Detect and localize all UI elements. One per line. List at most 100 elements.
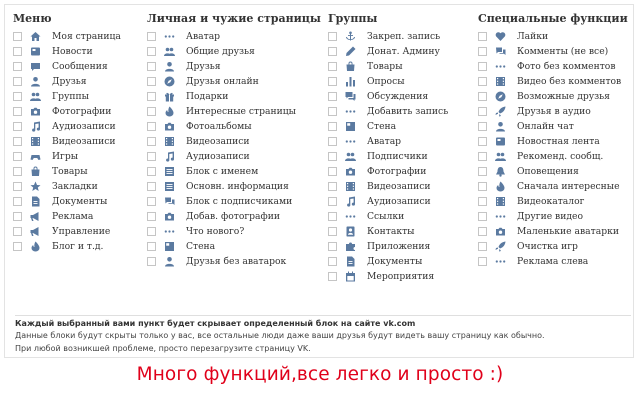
option-item[interactable]: Аудиозаписи <box>328 194 448 209</box>
option-checkbox[interactable] <box>13 77 22 86</box>
option-item[interactable]: Общие друзья <box>147 44 321 59</box>
option-checkbox[interactable] <box>13 62 22 71</box>
option-item[interactable]: Опросы <box>328 74 448 89</box>
option-checkbox[interactable] <box>147 167 156 176</box>
option-item[interactable]: Аудиозаписи <box>147 149 321 164</box>
option-checkbox[interactable] <box>328 122 337 131</box>
option-checkbox[interactable] <box>328 272 337 281</box>
option-checkbox[interactable] <box>147 212 156 221</box>
option-item[interactable]: Друзья без аватарок <box>147 254 321 269</box>
option-item[interactable]: Моя страница <box>13 29 121 44</box>
option-item[interactable]: Комменты (не все) <box>478 44 628 59</box>
option-item[interactable]: Друзья <box>147 59 321 74</box>
option-checkbox[interactable] <box>478 167 487 176</box>
option-checkbox[interactable] <box>147 77 156 86</box>
option-item[interactable]: Лайки <box>478 29 628 44</box>
option-checkbox[interactable] <box>328 212 337 221</box>
option-checkbox[interactable] <box>147 62 156 71</box>
option-checkbox[interactable] <box>328 167 337 176</box>
option-item[interactable]: Блог и т.д. <box>13 239 121 254</box>
option-item[interactable]: Что нового? <box>147 224 321 239</box>
option-item[interactable]: Стена <box>147 239 321 254</box>
option-item[interactable]: Добавить запись <box>328 104 448 119</box>
option-checkbox[interactable] <box>13 182 22 191</box>
option-checkbox[interactable] <box>147 197 156 206</box>
option-checkbox[interactable] <box>147 257 156 266</box>
option-item[interactable]: Другие видео <box>478 209 628 224</box>
option-checkbox[interactable] <box>478 32 487 41</box>
option-checkbox[interactable] <box>147 227 156 236</box>
option-item[interactable]: Блок с подписчиками <box>147 194 321 209</box>
option-checkbox[interactable] <box>478 137 487 146</box>
option-item[interactable]: Закреп. запись <box>328 29 448 44</box>
option-item[interactable]: Аудиозаписи <box>13 119 121 134</box>
option-checkbox[interactable] <box>13 227 22 236</box>
option-checkbox[interactable] <box>328 77 337 86</box>
option-item[interactable]: Оповещения <box>478 164 628 179</box>
option-checkbox[interactable] <box>478 77 487 86</box>
option-checkbox[interactable] <box>328 107 337 116</box>
option-item[interactable]: Аватар <box>147 29 321 44</box>
option-checkbox[interactable] <box>147 182 156 191</box>
option-item[interactable]: Маленькие аватарки <box>478 224 628 239</box>
option-checkbox[interactable] <box>13 242 22 251</box>
option-item[interactable]: Видеокаталог <box>478 194 628 209</box>
option-checkbox[interactable] <box>328 32 337 41</box>
option-item[interactable]: Добав. фотографии <box>147 209 321 224</box>
option-checkbox[interactable] <box>478 62 487 71</box>
option-checkbox[interactable] <box>328 137 337 146</box>
option-checkbox[interactable] <box>147 122 156 131</box>
option-checkbox[interactable] <box>13 32 22 41</box>
option-checkbox[interactable] <box>328 227 337 236</box>
option-checkbox[interactable] <box>147 107 156 116</box>
option-checkbox[interactable] <box>328 242 337 251</box>
option-checkbox[interactable] <box>13 107 22 116</box>
option-item[interactable]: Реклама слева <box>478 254 628 269</box>
option-item[interactable]: Видеозаписи <box>147 134 321 149</box>
option-item[interactable]: Реклама <box>13 209 121 224</box>
option-item[interactable]: Рекоменд. сообщ. <box>478 149 628 164</box>
option-item[interactable]: Блок с именем <box>147 164 321 179</box>
option-item[interactable]: Группы <box>13 89 121 104</box>
option-item[interactable]: Подарки <box>147 89 321 104</box>
option-item[interactable]: Мероприятия <box>328 269 448 284</box>
option-item[interactable]: Возможные друзья <box>478 89 628 104</box>
option-item[interactable]: Аватар <box>328 134 448 149</box>
option-checkbox[interactable] <box>328 62 337 71</box>
option-checkbox[interactable] <box>13 47 22 56</box>
option-item[interactable]: Приложения <box>328 239 448 254</box>
option-item[interactable]: Основн. информация <box>147 179 321 194</box>
option-checkbox[interactable] <box>478 47 487 56</box>
option-checkbox[interactable] <box>13 92 22 101</box>
option-item[interactable]: Фотографии <box>328 164 448 179</box>
option-checkbox[interactable] <box>478 182 487 191</box>
option-checkbox[interactable] <box>478 257 487 266</box>
option-checkbox[interactable] <box>147 152 156 161</box>
option-checkbox[interactable] <box>13 122 22 131</box>
option-item[interactable]: Подписчики <box>328 149 448 164</box>
option-item[interactable]: Друзья в аудио <box>478 104 628 119</box>
option-checkbox[interactable] <box>147 47 156 56</box>
option-item[interactable]: Видеозаписи <box>328 179 448 194</box>
option-item[interactable]: Обсуждения <box>328 89 448 104</box>
option-checkbox[interactable] <box>478 107 487 116</box>
option-checkbox[interactable] <box>13 197 22 206</box>
option-item[interactable]: Друзья <box>13 74 121 89</box>
option-checkbox[interactable] <box>478 212 487 221</box>
option-checkbox[interactable] <box>478 197 487 206</box>
option-item[interactable]: Фотоальбомы <box>147 119 321 134</box>
option-item[interactable]: Интересные страницы <box>147 104 321 119</box>
option-item[interactable]: Фото без комментов <box>478 59 628 74</box>
option-checkbox[interactable] <box>13 152 22 161</box>
option-checkbox[interactable] <box>147 137 156 146</box>
option-checkbox[interactable] <box>147 32 156 41</box>
option-checkbox[interactable] <box>328 197 337 206</box>
option-checkbox[interactable] <box>478 122 487 131</box>
option-item[interactable]: Игры <box>13 149 121 164</box>
option-item[interactable]: Документы <box>13 194 121 209</box>
option-item[interactable]: Друзья онлайн <box>147 74 321 89</box>
option-checkbox[interactable] <box>13 167 22 176</box>
option-checkbox[interactable] <box>147 242 156 251</box>
option-item[interactable]: Закладки <box>13 179 121 194</box>
option-item[interactable]: Управление <box>13 224 121 239</box>
